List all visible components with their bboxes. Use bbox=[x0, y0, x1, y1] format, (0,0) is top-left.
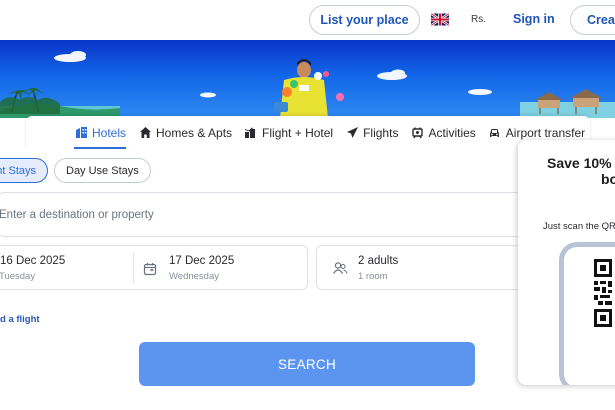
calendar-icon bbox=[143, 262, 157, 281]
plane-icon bbox=[345, 126, 359, 140]
adults-count: 2 adults bbox=[358, 255, 399, 267]
add-flight-link[interactable]: d a flight bbox=[0, 314, 40, 325]
destination-placeholder: Enter a destination or property bbox=[0, 209, 154, 221]
hero-banner bbox=[0, 40, 615, 118]
promo-title-line2: bo bbox=[601, 171, 615, 187]
top-nav: List your place Rs. Sign in Create bbox=[0, 0, 615, 40]
tab-hotels[interactable]: Hotels bbox=[74, 116, 127, 149]
destination-input[interactable]: Enter a destination or property bbox=[0, 192, 540, 237]
traveler-illustration bbox=[274, 59, 344, 118]
hotel-icon bbox=[74, 126, 88, 140]
create-account-button[interactable]: Create bbox=[570, 5, 615, 35]
tab-label: Homes & Apts bbox=[156, 125, 233, 140]
guests-selector[interactable]: 2 adults 1 room bbox=[316, 245, 546, 290]
home-icon bbox=[138, 126, 152, 140]
list-your-place-button[interactable]: List your place bbox=[309, 5, 420, 35]
overnight-stays-toggle[interactable]: ght Stays bbox=[0, 158, 48, 183]
date-picker[interactable]: 16 Dec 2025 Tuesday 17 Dec 2025 Wednesda… bbox=[0, 245, 308, 290]
product-tabs: Hotels Homes & Apts Flight + Hotel Fligh… bbox=[26, 116, 590, 149]
app-promo-card: Save 10% o bo Just scan the QR bbox=[518, 140, 615, 385]
search-button[interactable]: SEARCH bbox=[139, 342, 475, 386]
uk-flag-icon[interactable] bbox=[431, 13, 449, 26]
guests-icon bbox=[332, 261, 348, 280]
check-out-date[interactable]: 17 Dec 2025 bbox=[169, 255, 234, 267]
car-icon bbox=[488, 126, 502, 140]
check-out-day: Wednesday bbox=[169, 271, 219, 282]
tab-label: Hotels bbox=[92, 125, 127, 140]
tab-label: Flight + Hotel bbox=[262, 125, 334, 140]
date-divider bbox=[133, 253, 134, 283]
banner-illustration bbox=[0, 51, 615, 118]
promo-title: Save 10% o bbox=[547, 155, 615, 171]
tab-label: Airport transfer bbox=[505, 125, 586, 140]
currency-selector[interactable]: Rs. bbox=[471, 14, 486, 25]
page: List your place Rs. Sign in Create bbox=[0, 0, 615, 410]
tab-flight-hotel[interactable]: Flight + Hotel bbox=[244, 116, 333, 149]
tab-label: Flights bbox=[363, 125, 399, 140]
tab-label: Activities bbox=[428, 125, 476, 140]
qr-code bbox=[594, 259, 612, 327]
rooms-count: 1 room bbox=[358, 271, 388, 282]
check-in-day: Tuesday bbox=[0, 271, 36, 282]
tab-activities[interactable]: Activities bbox=[410, 116, 476, 149]
flight-hotel-icon bbox=[244, 126, 258, 140]
tab-flights[interactable]: Flights bbox=[345, 116, 398, 149]
check-in-date[interactable]: 16 Dec 2025 bbox=[0, 255, 65, 267]
tab-homes-apts[interactable]: Homes & Apts bbox=[138, 116, 232, 149]
activities-icon bbox=[410, 126, 424, 140]
day-use-stays-toggle[interactable]: Day Use Stays bbox=[54, 158, 151, 183]
sign-in-link[interactable]: Sign in bbox=[513, 12, 555, 26]
promo-subtitle: Just scan the QR bbox=[543, 221, 615, 232]
